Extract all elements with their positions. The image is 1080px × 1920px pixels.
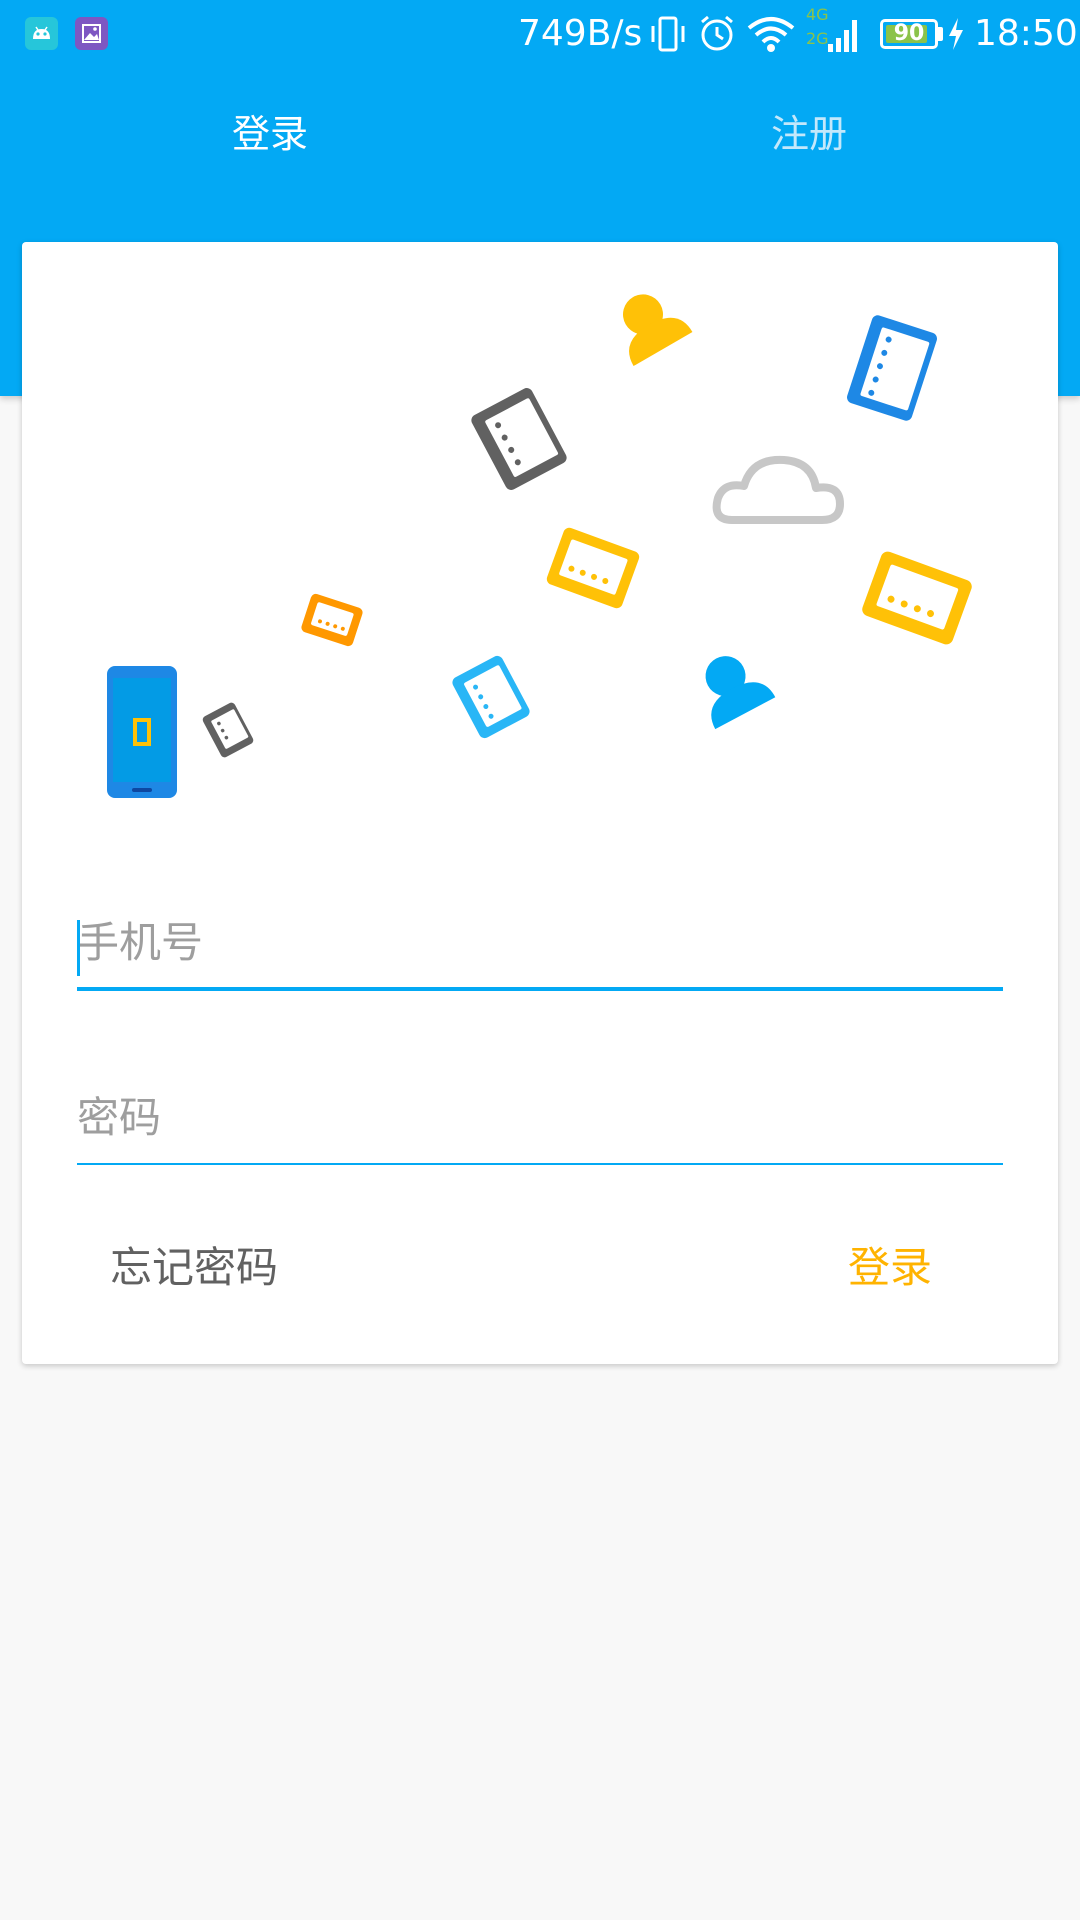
wifi-icon — [747, 17, 795, 52]
tablet-icon — [301, 593, 363, 647]
login-button[interactable]: 登录 — [848, 1238, 932, 1298]
vibrate-icon — [651, 16, 685, 52]
password-underline — [77, 1163, 1003, 1165]
battery-level: 90 — [893, 21, 925, 46]
person-icon — [705, 656, 776, 730]
alarm-icon — [701, 15, 733, 51]
battery-icon: 90 — [880, 19, 938, 49]
tablet-icon — [862, 551, 972, 645]
illustration — [107, 294, 972, 798]
phone-icon — [107, 666, 177, 798]
notebook-icon — [452, 655, 530, 739]
notebook-icon — [847, 315, 937, 421]
phone-input[interactable] — [77, 902, 1003, 982]
cloud-icon — [712, 455, 844, 524]
tablet-icon — [546, 527, 640, 609]
status-bar: 749B/s 4G 2G 90 18:50 — [0, 0, 1080, 68]
notebook-icon — [202, 702, 254, 758]
battery-cap — [938, 27, 943, 41]
tab-login[interactable]: 登录 — [120, 104, 420, 164]
text-cursor — [77, 920, 80, 976]
network-speed: 749B/s — [518, 13, 643, 54]
phone-underline — [77, 987, 1003, 991]
person-icon — [623, 294, 693, 367]
notebook-icon — [471, 388, 567, 490]
android-icon — [25, 17, 58, 50]
signal-icon — [828, 20, 857, 52]
forgot-password-link[interactable]: 忘记密码 — [110, 1238, 278, 1298]
tab-register[interactable]: 注册 — [659, 104, 959, 164]
clock: 18:50 — [974, 13, 1078, 54]
phone-field[interactable] — [77, 902, 1003, 992]
password-field[interactable] — [77, 1077, 1003, 1167]
gallery-icon — [75, 17, 108, 50]
login-card: 忘记密码 登录 — [22, 242, 1058, 1364]
password-input[interactable] — [77, 1077, 1003, 1157]
charging-icon — [949, 18, 963, 50]
